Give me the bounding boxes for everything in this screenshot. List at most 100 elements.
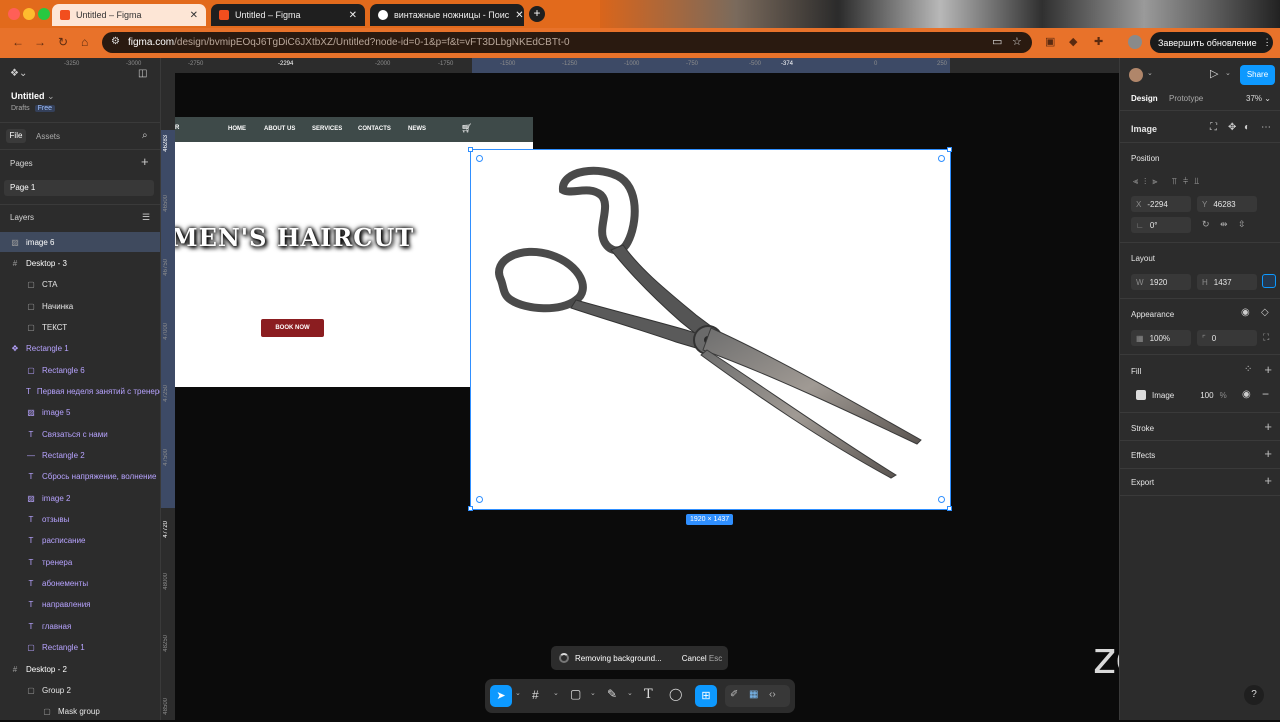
layer-item[interactable]: T Сбрось напряжение, волнение	[0, 467, 160, 487]
layer-item[interactable]: ▢ Rectangle 1	[0, 638, 160, 658]
layer-item[interactable]: ▢ Group 2	[0, 680, 160, 700]
fill-image-row[interactable]: Image 100%	[1131, 387, 1231, 403]
layer-item[interactable]: Tотзывы	[0, 510, 160, 530]
layer-item[interactable]: Tабонементы	[0, 574, 160, 594]
chevron-down-icon[interactable]: ⌄	[1225, 69, 1231, 77]
resize-handle[interactable]	[947, 506, 952, 511]
layer-item[interactable]: ▢ Rectangle 6	[0, 360, 160, 380]
maximize-window-icon[interactable]	[38, 8, 50, 20]
bookmark-star-icon[interactable]: ☆	[1012, 35, 1022, 48]
height-field[interactable]: H 1437	[1197, 274, 1257, 290]
page-item[interactable]: Page 1	[4, 180, 154, 196]
frame-tool-icon[interactable]: #	[532, 688, 539, 702]
search-icon[interactable]: ⌕	[142, 130, 148, 141]
dev-mode-icon[interactable]: ‹›	[769, 689, 776, 700]
resize-handle[interactable]	[468, 147, 473, 152]
layer-item[interactable]: ▢ Начинка	[0, 296, 160, 316]
independent-corners-icon[interactable]: ⛶	[1263, 332, 1269, 343]
align-buttons[interactable]: ⫷⫶⫸ ⫪⫩⫫	[1133, 176, 1205, 187]
blend-mode-icon[interactable]: ◇	[1261, 307, 1269, 318]
pen-tool-icon[interactable]: ✎	[607, 687, 617, 701]
rectangle-tool-icon[interactable]: ▢	[570, 687, 581, 701]
add-stroke-icon[interactable]: +	[1264, 419, 1272, 434]
toast-cancel-button[interactable]: Cancel Esc	[682, 654, 722, 663]
reload-icon[interactable]: ↻	[58, 35, 68, 49]
rotate-icon[interactable]: ↻	[1202, 219, 1210, 230]
layer-item[interactable]: T Первая неделя занятий с тренером	[0, 381, 160, 401]
chevron-down-icon[interactable]: ⌄	[1147, 69, 1153, 77]
browser-tab-3[interactable]: винтажные ножницы - Поис ✕	[370, 4, 524, 26]
extension-icon[interactable]: ◆	[1069, 35, 1077, 48]
layer-item[interactable]: Tрасписание	[0, 531, 160, 551]
move-tool-icon[interactable]: ➤	[490, 685, 512, 707]
fill-visibility-icon[interactable]: ◉	[1242, 389, 1251, 400]
layer-item[interactable]: Tглавная	[0, 616, 160, 636]
present-play-icon[interactable]: ▷	[1210, 67, 1218, 80]
add-effect-icon[interactable]: +	[1264, 446, 1272, 461]
minimize-window-icon[interactable]	[23, 8, 35, 20]
comment-tool-icon[interactable]: ◯	[669, 687, 682, 701]
layer-item[interactable]: ▢ Mask group	[0, 702, 160, 722]
layer-item[interactable]: ▨ image 2	[0, 488, 160, 508]
layer-item[interactable]: ▨ image 5	[0, 403, 160, 423]
styles-grid-icon[interactable]: ⁘	[1244, 364, 1252, 375]
layer-item[interactable]: ▢ CTA	[0, 275, 160, 295]
cast-icon[interactable]: ▭	[992, 35, 1002, 48]
layer-item[interactable]: ▨ image 6	[0, 232, 160, 252]
rotation-field[interactable]: ∟ 0°	[1131, 217, 1191, 233]
forward-icon[interactable]: →	[34, 35, 46, 49]
corner-radius-handle[interactable]	[476, 496, 483, 503]
file-location[interactable]: Drafts Free	[11, 105, 56, 112]
add-page-icon[interactable]: +	[141, 154, 149, 169]
share-button[interactable]: Share	[1240, 65, 1275, 85]
chevron-down-icon[interactable]: ⌄	[553, 689, 559, 697]
tab-prototype[interactable]: Prototype	[1169, 94, 1203, 103]
corner-radius-handle[interactable]	[938, 496, 945, 503]
figma-menu-icon[interactable]: ❖⌄	[10, 68, 27, 79]
toggle-sidebar-icon[interactable]: ◫	[138, 68, 147, 79]
crop-icon[interactable]: ⛶	[1210, 122, 1217, 133]
layer-item[interactable]: # Desktop - 3	[0, 253, 160, 273]
actions-tool-icon[interactable]: ⊞	[695, 685, 717, 707]
url-field[interactable]: ⚙ figma.com/design/bvmipEOqJ6TgDiC6JXtbX…	[102, 32, 1032, 53]
file-name[interactable]: Untitled ⌄	[11, 91, 55, 102]
y-position-field[interactable]: Y 46283	[1197, 196, 1257, 212]
design-mode-icon[interactable]: ▦	[749, 689, 758, 700]
tab-file[interactable]: File	[6, 129, 26, 143]
selected-image-layer[interactable]	[468, 147, 952, 511]
mask-icon[interactable]: ◐	[1244, 122, 1250, 133]
browser-tab-2[interactable]: Untitled – Figma ✕	[211, 4, 365, 26]
visibility-eye-icon[interactable]: ◉	[1241, 307, 1250, 318]
flip-vertical-icon[interactable]: ⇳	[1238, 219, 1246, 230]
profile-avatar[interactable]	[1128, 35, 1142, 49]
component-icon[interactable]: ✥	[1228, 122, 1236, 133]
layer-item[interactable]: T Связаться с нами	[0, 424, 160, 444]
text-tool-icon[interactable]: T	[644, 687, 653, 702]
close-tab-icon[interactable]: ✕	[515, 10, 523, 21]
layer-item[interactable]: ▢ ТЕКСТ	[0, 317, 160, 337]
help-button[interactable]: ?	[1244, 685, 1264, 705]
layer-item[interactable]: Tтренера	[0, 552, 160, 572]
constrain-proportions-icon[interactable]	[1262, 274, 1276, 288]
resize-handle[interactable]	[947, 147, 952, 152]
layer-item[interactable]: ✥ Rectangle 1	[0, 339, 160, 359]
chevron-down-icon[interactable]: ⌄	[627, 689, 633, 697]
close-tab-icon[interactable]: ✕	[190, 10, 198, 21]
close-tab-icon[interactable]: ✕	[349, 10, 357, 21]
site-settings-icon[interactable]: ⚙	[111, 36, 120, 47]
back-icon[interactable]: ←	[12, 35, 24, 49]
layer-item[interactable]: — Rectangle 2	[0, 446, 160, 466]
extension-icon[interactable]: ▣	[1045, 35, 1055, 48]
chevron-down-icon[interactable]: ⌄	[590, 689, 596, 697]
extensions-puzzle-icon[interactable]: ✚	[1094, 35, 1103, 48]
tab-assets[interactable]: Assets	[36, 132, 60, 141]
zoom-level-dropdown[interactable]: 37% ⌄	[1246, 94, 1271, 103]
layer-item[interactable]: Tнаправления	[0, 595, 160, 615]
remove-fill-icon[interactable]: −	[1262, 387, 1269, 401]
canvas[interactable]: R HOME ABOUT US SERVICES CONTACTS NEWS 🛒…	[175, 73, 1119, 720]
home-icon[interactable]: ⌂	[81, 35, 88, 49]
x-position-field[interactable]: X -2294	[1131, 196, 1191, 212]
corner-radius-handle[interactable]	[476, 155, 483, 162]
update-browser-button[interactable]: Завершить обновление ⋮	[1150, 32, 1273, 53]
tab-design[interactable]: Design	[1131, 94, 1158, 103]
